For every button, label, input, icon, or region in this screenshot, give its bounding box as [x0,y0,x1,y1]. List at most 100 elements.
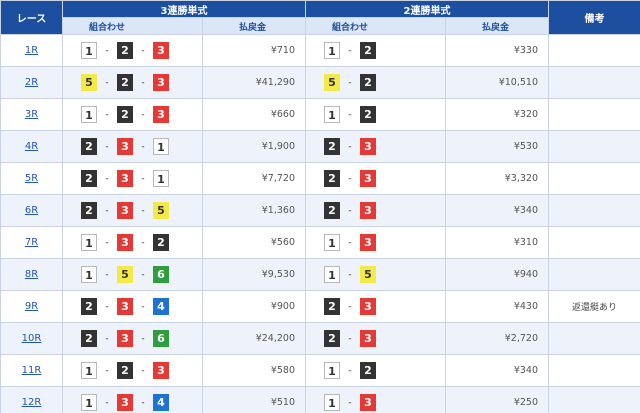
trifecta-payout: ¥9,530 [202,258,306,291]
note-cell [548,386,640,413]
header-exacta: 2連勝単式 [305,0,549,18]
boat-number-badge: 3 [153,106,169,123]
trifecta-payout: ¥660 [202,98,306,131]
race-link[interactable]: 9R [25,301,38,312]
trifecta-combo: 2-3-1 [62,162,203,195]
combo-separator: - [141,77,145,88]
race-link[interactable]: 2R [25,77,38,88]
note-cell [548,162,640,195]
race-link[interactable]: 3R [25,109,38,120]
exacta-combo: 1-5 [305,258,446,291]
trifecta-combo: 5-2-3 [62,66,203,99]
boat-number-badge: 2 [360,362,376,379]
boat-number-badge: 5 [324,74,340,91]
note-cell [548,322,640,355]
race-link[interactable]: 1R [25,45,38,56]
combo-separator: - [141,109,145,120]
header-trifecta: 3連勝単式 [62,0,306,18]
boat-number-badge: 1 [324,394,340,411]
boat-number-badge: 2 [324,298,340,315]
table-row: 11R 1-2-3 ¥580 1-2 ¥340 [0,354,640,387]
exacta-combo: 2-3 [305,130,446,163]
race-link[interactable]: 8R [25,269,38,280]
race-cell: 10R [0,322,63,355]
exacta-payout: ¥940 [445,258,549,291]
exacta-combo: 1-3 [305,386,446,413]
race-link[interactable]: 10R [22,333,42,344]
trifecta-payout: ¥510 [202,386,306,413]
header-exacta-payout: 払戻金 [445,17,549,35]
exacta-combo: 2-3 [305,194,446,227]
combo-separator: - [348,141,352,152]
race-link[interactable]: 12R [22,397,42,408]
table-row: 10R 2-3-6 ¥24,200 2-3 ¥2,720 [0,322,640,355]
race-link[interactable]: 6R [25,205,38,216]
boat-number-badge: 6 [153,330,169,347]
trifecta-combo: 1-3-2 [62,226,203,259]
race-cell: 4R [0,130,63,163]
boat-number-badge: 3 [360,234,376,251]
boat-number-badge: 1 [81,394,97,411]
boat-number-badge: 2 [324,170,340,187]
boat-number-badge: 3 [360,394,376,411]
table-row: 9R 2-3-4 ¥900 2-3 ¥430 返還艇あり [0,290,640,323]
race-link[interactable]: 7R [25,237,38,248]
exacta-payout: ¥250 [445,386,549,413]
race-cell: 6R [0,194,63,227]
boat-number-badge: 1 [153,170,169,187]
combo-separator: - [141,333,145,344]
trifecta-combo: 2-3-4 [62,290,203,323]
trifecta-combo: 1-2-3 [62,98,203,131]
note-cell [548,98,640,131]
race-link[interactable]: 5R [25,173,38,184]
combo-separator: - [348,109,352,120]
boat-number-badge: 3 [117,330,133,347]
combo-separator: - [105,173,109,184]
table-row: 6R 2-3-5 ¥1,360 2-3 ¥340 [0,194,640,227]
combo-separator: - [105,205,109,216]
header-trifecta-payout: 払戻金 [202,17,306,35]
exacta-combo: 2-3 [305,162,446,195]
combo-separator: - [105,45,109,56]
header-note: 備考 [548,0,640,35]
boat-number-badge: 1 [153,138,169,155]
exacta-payout: ¥310 [445,226,549,259]
note-cell [548,258,640,291]
boat-number-badge: 4 [153,298,169,315]
boat-number-badge: 3 [117,138,133,155]
boat-number-badge: 2 [153,234,169,251]
boat-number-badge: 2 [117,362,133,379]
combo-separator: - [105,141,109,152]
race-link[interactable]: 4R [25,141,38,152]
table-row: 8R 1-5-6 ¥9,530 1-5 ¥940 [0,258,640,291]
boat-number-badge: 3 [117,234,133,251]
boat-number-badge: 2 [324,138,340,155]
trifecta-combo: 1-5-6 [62,258,203,291]
header-exacta-combo: 組合わせ [305,17,446,35]
combo-separator: - [105,237,109,248]
note-cell [548,226,640,259]
header-race: レース [0,0,63,35]
boat-number-badge: 3 [360,202,376,219]
table-row: 3R 1-2-3 ¥660 1-2 ¥320 [0,98,640,131]
exacta-payout: ¥430 [445,290,549,323]
boat-number-badge: 1 [81,234,97,251]
combo-separator: - [348,45,352,56]
boat-number-badge: 3 [153,362,169,379]
race-link[interactable]: 11R [22,365,42,376]
table-row: 7R 1-3-2 ¥560 1-3 ¥310 [0,226,640,259]
boat-number-badge: 3 [153,74,169,91]
race-cell: 1R [0,34,63,67]
table-row: 1R 1-2-3 ¥710 1-2 ¥330 [0,34,640,67]
boat-number-badge: 6 [153,266,169,283]
combo-separator: - [348,397,352,408]
exacta-combo: 2-3 [305,290,446,323]
combo-separator: - [105,397,109,408]
boat-number-badge: 2 [324,330,340,347]
boat-number-badge: 2 [117,42,133,59]
boat-number-badge: 5 [360,266,376,283]
trifecta-payout: ¥1,360 [202,194,306,227]
combo-separator: - [348,365,352,376]
boat-number-badge: 3 [117,298,133,315]
exacta-payout: ¥340 [445,194,549,227]
